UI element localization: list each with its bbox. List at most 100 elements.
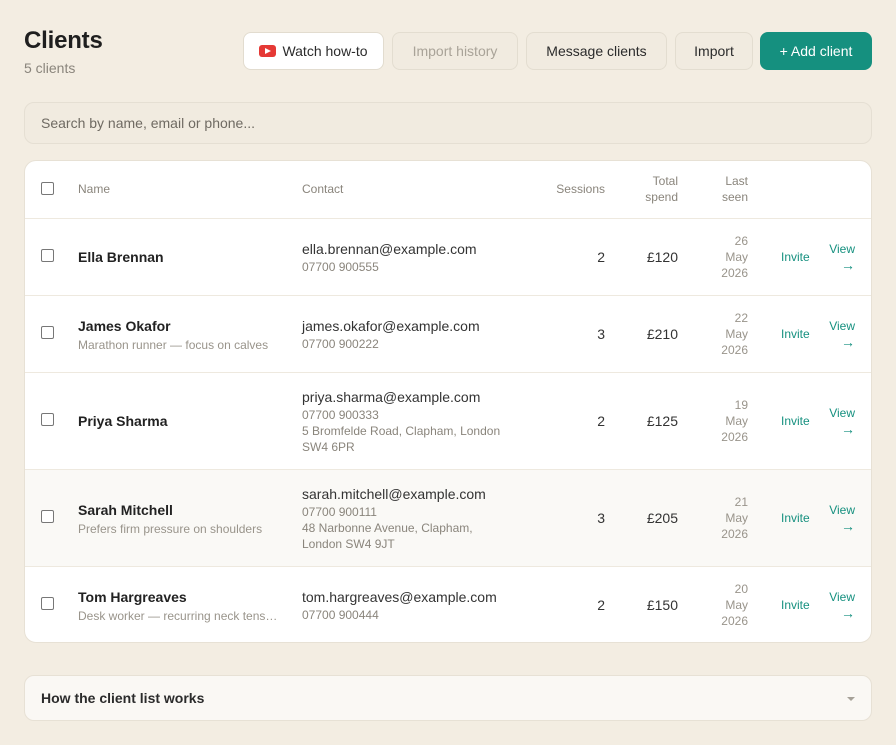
table-row[interactable]: Priya Sharma priya.sharma@example.com 07… [25,373,871,470]
youtube-play-icon [259,45,277,57]
table-row[interactable]: Sarah Mitchell Prefers firm pressure on … [25,470,871,567]
column-header-name: Name [78,182,111,196]
client-email: ella.brennan@example.com [302,241,477,257]
last-seen-day: 21 [734,495,748,509]
client-phone: 07700 900444 [302,608,379,622]
client-sessions: 3 [597,326,605,342]
client-email: priya.sharma@example.com [302,389,481,405]
client-spend: £120 [646,249,678,265]
client-email: james.okafor@example.com [302,318,480,334]
add-client-button[interactable]: + Add client [760,32,872,70]
table-row[interactable]: Tom Hargreaves Desk worker — recurring n… [25,567,871,642]
clients-table: Name Contact Sessions Total spend Last s… [24,160,872,643]
client-address-line2: London SW4 9JT [302,537,395,551]
client-phone: 07700 900222 [302,337,379,351]
arrow-right-icon: → [841,518,855,534]
column-header-seen-line1: Last [725,174,748,188]
client-name: James Okafor [78,318,171,334]
view-label: View [829,242,855,256]
message-clients-button[interactable]: Message clients [526,32,667,70]
client-spend: £210 [646,326,678,342]
invite-link[interactable]: Invite [781,250,810,264]
invite-link[interactable]: Invite [781,511,810,525]
help-disclosure-label: How the client list works [41,690,205,706]
row-checkbox[interactable] [41,326,54,339]
last-seen-day: 19 [734,398,748,412]
client-name: Ella Brennan [78,249,164,265]
watch-how-to-label: Watch how-to [282,43,368,59]
row-checkbox[interactable] [41,249,54,262]
import-history-button[interactable]: Import history [392,32,518,70]
client-address-line1: 48 Narbonne Avenue, Clapham, [302,521,473,535]
view-client-link[interactable]: View → [829,502,855,534]
client-last-seen: 26 May 2026 [708,233,748,281]
column-header-contact: Contact [302,182,344,196]
client-spend: £125 [646,413,678,429]
table-row[interactable]: Ella Brennan ella.brennan@example.com 07… [25,219,871,296]
view-client-link[interactable]: View → [829,405,855,437]
client-list-help-disclosure[interactable]: How the client list works [24,675,872,721]
import-button[interactable]: Import [675,32,753,70]
client-sessions: 2 [597,249,605,265]
client-sessions: 2 [597,413,605,429]
row-checkbox[interactable] [41,510,54,523]
client-last-seen: 21 May 2026 [708,494,748,542]
last-seen-day: 22 [734,311,748,325]
client-contact-details: 07700 900333 5 Bromfelde Road, Clapham, … [302,407,532,455]
column-header-spend: Total spend [645,173,678,205]
search-input[interactable] [24,102,872,144]
client-last-seen: 19 May 2026 [708,397,748,445]
view-label: View [829,590,855,604]
client-phone: 07700 900111 [302,505,377,519]
view-client-link[interactable]: View → [829,589,855,621]
column-header-sessions: Sessions [556,182,605,196]
client-note: Desk worker — recurring neck tension [78,609,280,623]
arrow-right-icon: → [841,605,855,621]
last-seen-month: May [725,250,748,264]
arrow-right-icon: → [841,421,855,437]
last-seen-year: 2026 [721,266,748,280]
client-sessions: 3 [597,510,605,526]
page-title: Clients [24,27,103,54]
client-email: tom.hargreaves@example.com [302,589,497,605]
last-seen-month: May [725,511,748,525]
client-address-line2: SW4 6PR [302,440,355,454]
view-client-link[interactable]: View → [829,318,855,350]
last-seen-year: 2026 [721,430,748,444]
client-count: 5 clients [24,60,76,76]
client-spend: £205 [646,510,678,526]
column-header-seen-line2: seen [721,190,748,204]
view-label: View [829,319,855,333]
client-name: Tom Hargreaves [78,589,187,605]
client-email: sarah.mitchell@example.com [302,486,486,502]
invite-link[interactable]: Invite [781,414,810,428]
view-label: View [829,503,855,517]
client-name: Sarah Mitchell [78,502,173,518]
last-seen-year: 2026 [721,343,748,357]
last-seen-month: May [725,327,748,341]
last-seen-day: 26 [734,234,748,248]
last-seen-day: 20 [734,582,748,596]
column-header-last-seen: Last seen [722,173,748,205]
client-note: Prefers firm pressure on shoulders [78,522,263,536]
watch-how-to-button[interactable]: Watch how-to [243,32,384,70]
chevron-down-icon [847,697,855,701]
view-client-link[interactable]: View → [829,241,855,273]
last-seen-month: May [725,414,748,428]
arrow-right-icon: → [841,257,855,273]
client-spend: £150 [646,597,678,613]
client-note: Marathon runner — focus on calves [78,338,269,352]
invite-link[interactable]: Invite [781,598,810,612]
client-last-seen: 20 May 2026 [708,581,748,629]
client-sessions: 2 [597,597,605,613]
table-header: Name Contact Sessions Total spend Last s… [25,161,871,219]
column-header-spend-line1: Total [652,174,678,188]
table-row[interactable]: James Okafor Marathon runner — focus on … [25,296,871,373]
client-last-seen: 22 May 2026 [708,310,748,358]
view-label: View [829,406,855,420]
invite-link[interactable]: Invite [781,327,810,341]
row-checkbox[interactable] [41,413,54,426]
row-checkbox[interactable] [41,597,54,610]
select-all-checkbox[interactable] [41,182,54,195]
client-phone: 07700 900333 [302,408,379,422]
